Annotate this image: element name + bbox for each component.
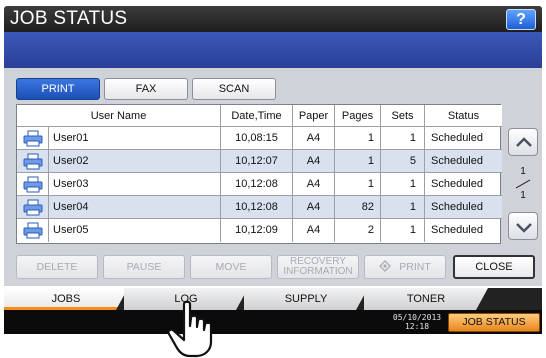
recovery-information-button[interactable]: RECOVERY INFORMATION xyxy=(277,255,359,279)
time-display: 12:18 xyxy=(404,322,430,331)
row-user: User01 xyxy=(49,127,221,149)
pointing-hand-icon xyxy=(167,300,213,358)
message-band xyxy=(4,32,542,68)
table-row[interactable]: User03 10,12:08 A4 1 1 Scheduled xyxy=(17,173,502,196)
row-sets: 1 xyxy=(381,219,425,242)
printer-icon xyxy=(23,199,43,216)
printer-icon xyxy=(23,153,43,170)
printer-icon xyxy=(23,222,43,239)
table-row[interactable]: User05 10,12:09 A4 2 1 Scheduled xyxy=(17,219,502,242)
table-row[interactable]: User04 10,12:08 A4 82 1 Scheduled xyxy=(17,196,502,219)
row-user: User02 xyxy=(49,150,221,172)
current-page: 1 xyxy=(520,166,526,177)
row-date-time: 10,12:08 xyxy=(221,173,293,195)
row-sets: 5 xyxy=(381,150,425,172)
row-paper: A4 xyxy=(293,173,335,195)
row-user: User03 xyxy=(49,173,221,195)
row-paper: A4 xyxy=(293,219,335,242)
table-header: User Name Date,Time Paper Pages Sets Sta… xyxy=(17,105,502,127)
total-pages: 1 xyxy=(520,190,526,201)
row-sets: 1 xyxy=(381,173,425,195)
row-sets: 1 xyxy=(381,127,425,149)
chevron-up-icon xyxy=(516,137,532,147)
job-status-button[interactable]: JOB STATUS xyxy=(448,313,540,332)
row-pages: 2 xyxy=(335,219,381,242)
job-table: User Name Date,Time Paper Pages Sets Sta… xyxy=(16,104,502,244)
row-status: Scheduled xyxy=(431,224,483,236)
tab-fax[interactable]: FAX xyxy=(104,78,188,100)
close-button[interactable]: CLOSE xyxy=(453,255,535,279)
row-pages: 1 xyxy=(335,150,381,172)
date-display: 05/10/2013 xyxy=(392,313,442,322)
bottom-tab-bar: JOBS LOG SUPPLY TONER xyxy=(4,288,542,310)
title-bar: JOB STATUS ? xyxy=(4,6,542,32)
tab-jobs[interactable]: JOBS xyxy=(4,288,128,310)
tab-supply[interactable]: SUPPLY xyxy=(244,288,368,310)
page-separator xyxy=(515,179,531,189)
scroll-down-button[interactable] xyxy=(508,212,538,240)
column-header-user-name: User Name xyxy=(17,105,221,126)
row-status: Scheduled xyxy=(431,201,483,213)
delete-button[interactable]: DELETE xyxy=(16,255,98,279)
column-header-date-time: Date,Time xyxy=(221,105,293,126)
print-label: PRINT xyxy=(399,261,431,273)
row-sets: 1 xyxy=(381,196,425,218)
row-status: Scheduled xyxy=(431,178,483,190)
row-status: Scheduled xyxy=(431,155,483,167)
tab-toner[interactable]: TONER xyxy=(364,288,488,310)
table-row[interactable]: User01 10,08:15 A4 1 1 Scheduled xyxy=(17,127,502,150)
printer-icon xyxy=(23,130,43,147)
row-status: Scheduled xyxy=(431,132,483,144)
pause-button[interactable]: PAUSE xyxy=(103,255,185,279)
row-date-time: 10,12:08 xyxy=(221,196,293,218)
print-button[interactable]: PRINT xyxy=(364,255,446,279)
job-status-screen: JOB STATUS ? PRINT FAX SCAN User Name Da… xyxy=(0,0,546,358)
column-header-pages: Pages xyxy=(335,105,381,126)
date-time-display: 05/10/2013 12:18 xyxy=(392,313,442,331)
recovery-label-line2: INFORMATION xyxy=(283,266,353,277)
row-user: User04 xyxy=(49,196,221,218)
chevron-down-icon xyxy=(516,223,532,233)
scroll-up-button[interactable] xyxy=(508,128,538,156)
row-pages: 82 xyxy=(335,196,381,218)
column-header-status: Status xyxy=(447,110,480,122)
printer-icon xyxy=(23,176,43,193)
row-date-time: 10,12:07 xyxy=(221,150,293,172)
row-user: User05 xyxy=(49,219,221,242)
row-date-time: 10,12:09 xyxy=(221,219,293,242)
row-paper: A4 xyxy=(293,150,335,172)
table-row[interactable]: User02 10,12:07 A4 1 5 Scheduled xyxy=(17,150,502,173)
row-pages: 1 xyxy=(335,173,381,195)
row-paper: A4 xyxy=(293,127,335,149)
diamond-print-icon xyxy=(379,260,392,272)
help-button[interactable]: ? xyxy=(506,9,536,30)
row-date-time: 10,08:15 xyxy=(221,127,293,149)
tab-print[interactable]: PRINT xyxy=(16,78,100,100)
row-paper: A4 xyxy=(293,196,335,218)
column-header-paper: Paper xyxy=(293,105,335,126)
tab-scan[interactable]: SCAN xyxy=(192,78,276,100)
move-button[interactable]: MOVE xyxy=(190,255,272,279)
column-header-sets: Sets xyxy=(381,105,425,126)
window-title: JOB STATUS xyxy=(10,8,128,29)
row-pages: 1 xyxy=(335,127,381,149)
